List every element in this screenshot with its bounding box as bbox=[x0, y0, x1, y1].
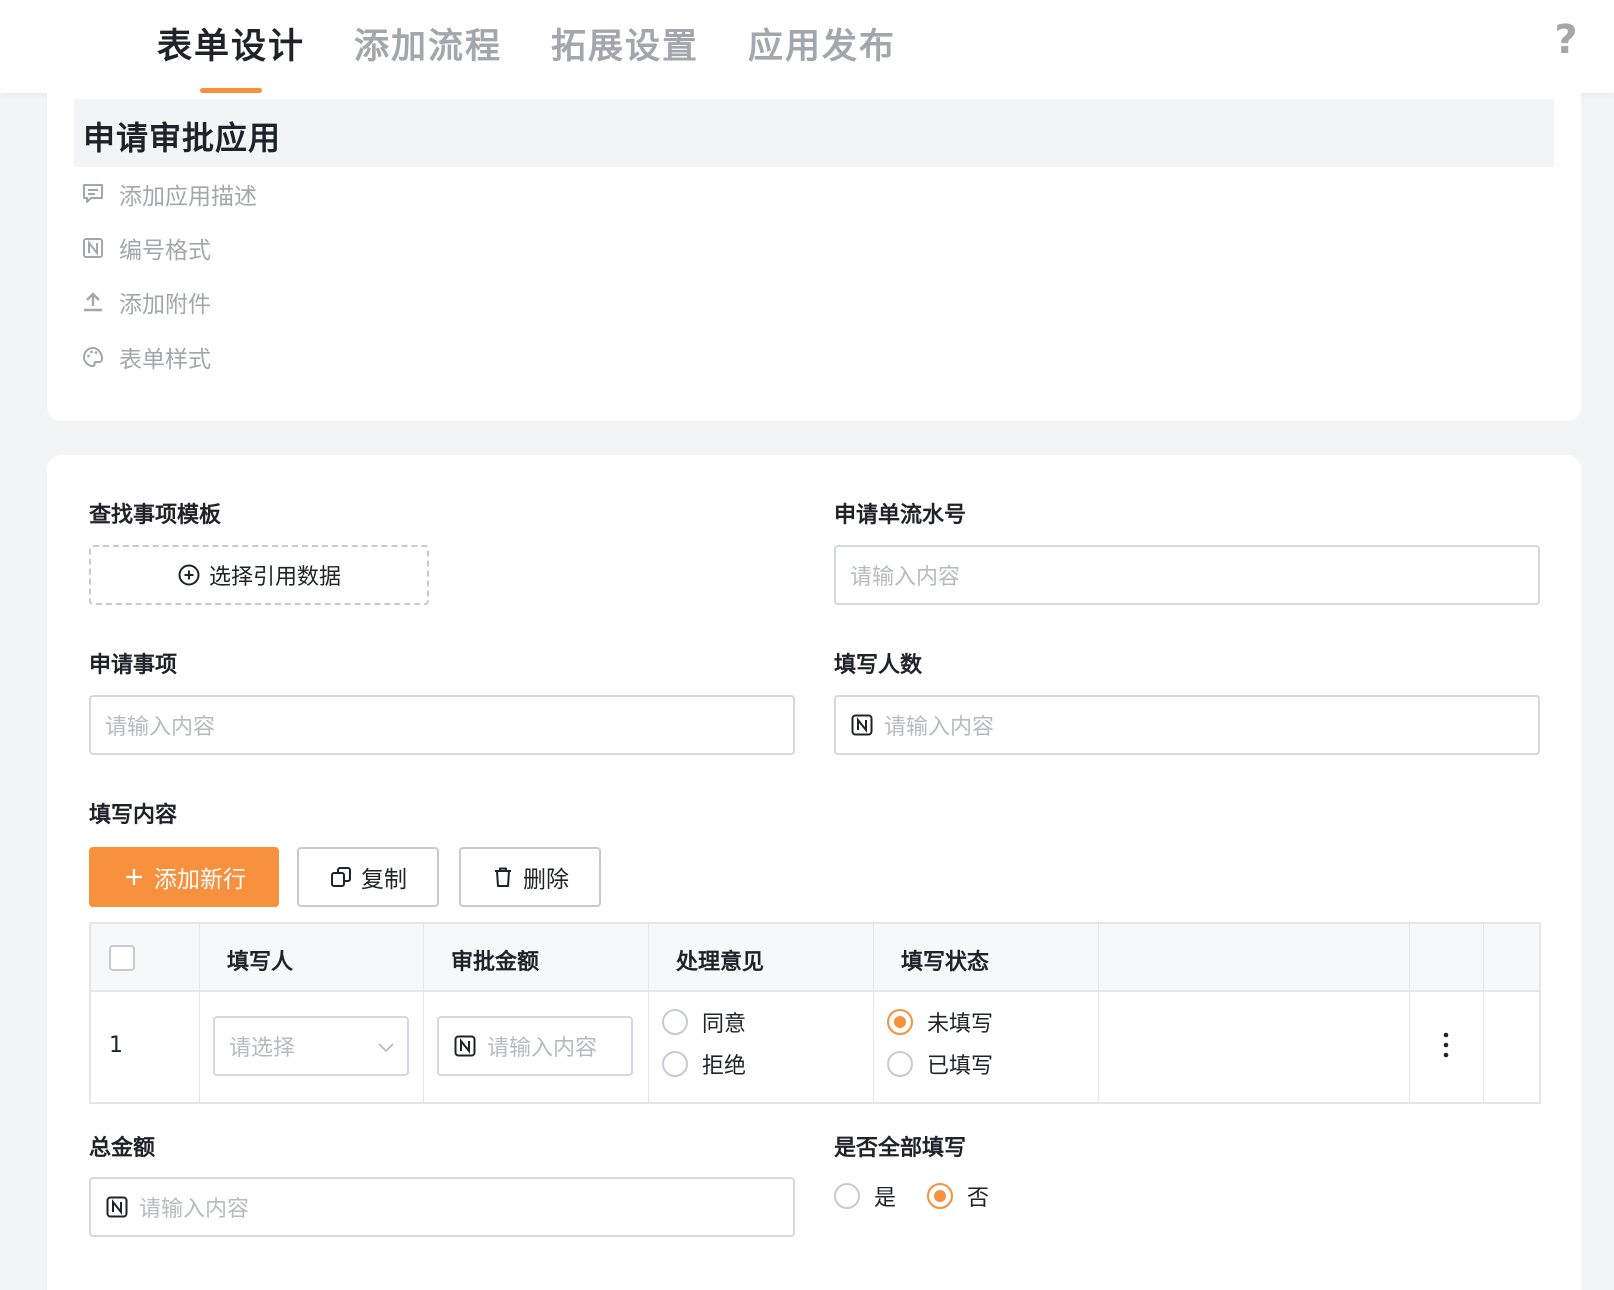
content-table: 填写人 审批金额 处理意见 填写状态 1 请选择 请输入内容 同意 拒绝 未填写… bbox=[89, 922, 1541, 1104]
help-icon[interactable]: ? bbox=[1548, 20, 1584, 60]
total-input[interactable]: 请输入内容 bbox=[89, 1177, 795, 1237]
add-row-button[interactable]: 添加新行 bbox=[89, 847, 279, 907]
count-input[interactable]: 请输入内容 bbox=[834, 695, 1540, 755]
number-format-link[interactable]: 编号格式 bbox=[81, 233, 211, 264]
header-status: 填写状态 bbox=[901, 950, 990, 975]
column-divider bbox=[199, 924, 200, 1102]
number-icon bbox=[851, 714, 873, 736]
filler-placeholder: 请选择 bbox=[229, 1036, 296, 1061]
all-filled-yes-radio[interactable]: 是 bbox=[834, 1180, 896, 1212]
column-divider bbox=[873, 924, 874, 1102]
plus-circle-icon bbox=[178, 564, 200, 586]
app-title-bar[interactable]: 申请审批应用 bbox=[74, 99, 1554, 167]
total-placeholder: 请输入内容 bbox=[139, 1197, 250, 1222]
content-label: 填写内容 bbox=[89, 803, 178, 828]
select-reference-data-label: 选择引用数据 bbox=[208, 565, 341, 590]
header-filler: 填写人 bbox=[227, 950, 294, 975]
select-all-checkbox[interactable] bbox=[109, 945, 135, 971]
plus-icon bbox=[126, 869, 142, 885]
radio-label: 是 bbox=[874, 1186, 897, 1211]
total-label: 总金额 bbox=[89, 1136, 156, 1161]
add-description-link[interactable]: 添加应用描述 bbox=[81, 179, 257, 210]
trash-icon bbox=[495, 867, 511, 887]
copy-label: 复制 bbox=[361, 867, 407, 893]
row-index: 1 bbox=[109, 1033, 123, 1058]
all-filled-no-radio[interactable]: 否 bbox=[927, 1180, 989, 1212]
column-divider bbox=[1098, 924, 1099, 1102]
item-placeholder: 请输入内容 bbox=[105, 715, 216, 740]
number-icon bbox=[454, 1035, 476, 1057]
palette-icon bbox=[83, 346, 104, 368]
column-divider bbox=[648, 924, 649, 1102]
radio-circle bbox=[834, 1183, 860, 1209]
add-attachment-link[interactable]: 添加附件 bbox=[81, 287, 211, 318]
number-icon bbox=[106, 1196, 128, 1218]
status-unfilled-radio[interactable]: 未填写 bbox=[887, 1006, 993, 1038]
tab-add-process[interactable]: 添加流程 bbox=[354, 18, 502, 69]
radio-label: 否 bbox=[967, 1186, 990, 1211]
more-vertical-icon[interactable] bbox=[1434, 1030, 1458, 1060]
radio-circle bbox=[662, 1009, 688, 1035]
radio-label: 未填写 bbox=[927, 1012, 994, 1037]
upload-icon bbox=[84, 292, 102, 312]
tab-extension-settings[interactable]: 拓展设置 bbox=[551, 18, 699, 69]
form-style-link[interactable]: 表单样式 bbox=[81, 342, 211, 373]
header-opinion: 处理意见 bbox=[676, 950, 765, 975]
radio-circle bbox=[887, 1051, 913, 1077]
meta-label: 编号格式 bbox=[119, 238, 211, 264]
radio-label: 拒绝 bbox=[702, 1054, 747, 1079]
copy-button[interactable]: 复制 bbox=[297, 847, 439, 907]
all-filled-label: 是否全部填写 bbox=[834, 1136, 967, 1161]
radio-label: 已填写 bbox=[927, 1054, 994, 1079]
copy-icon bbox=[331, 867, 351, 887]
template-label: 查找事项模板 bbox=[89, 503, 222, 528]
number-format-icon bbox=[83, 238, 103, 258]
count-placeholder: 请输入内容 bbox=[884, 715, 995, 740]
select-reference-data-button[interactable]: 选择引用数据 bbox=[89, 545, 429, 605]
serial-label: 申请单流水号 bbox=[834, 503, 967, 528]
table-header bbox=[91, 924, 1539, 992]
column-divider bbox=[1483, 924, 1484, 1102]
opinion-reject-radio[interactable]: 拒绝 bbox=[662, 1048, 746, 1080]
meta-label: 添加应用描述 bbox=[119, 184, 257, 210]
form-card: 查找事项模板 选择引用数据 申请单流水号 请输入内容 申请事项 请输入内容 填写… bbox=[47, 455, 1581, 1290]
filler-select[interactable]: 请选择 bbox=[213, 1016, 409, 1076]
amount-input[interactable]: 请输入内容 bbox=[437, 1016, 633, 1076]
delete-label: 删除 bbox=[523, 867, 569, 893]
tab-app-publish[interactable]: 应用发布 bbox=[748, 18, 896, 69]
column-divider bbox=[423, 924, 424, 1102]
amount-placeholder: 请输入内容 bbox=[487, 1036, 598, 1061]
app-title: 申请审批应用 bbox=[83, 119, 282, 157]
radio-circle-checked bbox=[927, 1183, 953, 1209]
tab-form-design[interactable]: 表单设计 bbox=[157, 18, 305, 69]
serial-placeholder: 请输入内容 bbox=[850, 565, 961, 590]
column-divider bbox=[1409, 924, 1410, 1102]
item-input[interactable]: 请输入内容 bbox=[89, 695, 795, 755]
serial-input[interactable]: 请输入内容 bbox=[834, 545, 1540, 605]
radio-circle-checked bbox=[887, 1009, 913, 1035]
app-info-card: 申请审批应用 添加应用描述 编号格式 添加附件 表单样式 bbox=[47, 93, 1581, 421]
chevron-down-icon bbox=[378, 1043, 394, 1053]
meta-label: 表单样式 bbox=[119, 347, 211, 373]
radio-label: 同意 bbox=[702, 1012, 747, 1037]
add-row-label: 添加新行 bbox=[154, 867, 246, 893]
radio-circle bbox=[662, 1051, 688, 1077]
count-label: 填写人数 bbox=[834, 653, 923, 678]
top-nav: 表单设计 添加流程 拓展设置 应用发布 ? bbox=[0, 0, 1614, 93]
status-filled-radio[interactable]: 已填写 bbox=[887, 1048, 993, 1080]
meta-label: 添加附件 bbox=[119, 292, 211, 318]
header-amount: 审批金额 bbox=[451, 950, 540, 975]
opinion-agree-radio[interactable]: 同意 bbox=[662, 1006, 746, 1038]
delete-button[interactable]: 删除 bbox=[459, 847, 601, 907]
item-label: 申请事项 bbox=[89, 653, 178, 678]
comment-icon bbox=[83, 184, 103, 203]
